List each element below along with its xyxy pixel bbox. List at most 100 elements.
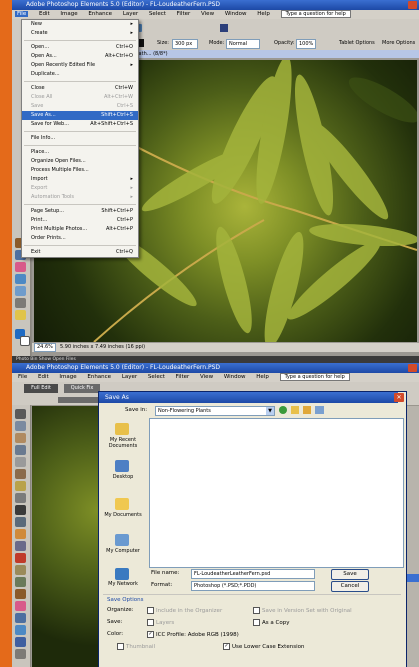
bottom-menu-layer[interactable]: Layer <box>122 374 137 380</box>
file-menu-item[interactable]: New ▸ <box>22 20 138 29</box>
file-menu-item[interactable]: Exit Ctrl+Q <box>22 248 138 257</box>
bottom-menu-edit[interactable]: Edit <box>38 374 49 380</box>
file-menu-item[interactable]: Close Ctrl+W <box>22 84 138 93</box>
top-menu-window[interactable]: Window <box>225 11 247 17</box>
thumbnail-checkbox[interactable] <box>117 643 124 650</box>
file-name-input[interactable]: FL-LoudeatherLeatherFern.psd <box>191 569 315 579</box>
marquee-tool-icon[interactable] <box>15 457 26 467</box>
file-menu-item[interactable]: Import ▸ <box>22 175 138 184</box>
bottom-menu-window[interactable]: Window <box>224 374 246 380</box>
file-menu-item[interactable]: Open... Ctrl+O <box>22 43 138 52</box>
opacity-field[interactable]: 100% <box>296 39 316 49</box>
up-folder-icon[interactable] <box>291 406 299 414</box>
top-menu-enhance[interactable]: Enhance <box>88 11 112 17</box>
paint-bucket-icon[interactable] <box>15 274 26 284</box>
version-set-option[interactable]: Save in Version Set with Original <box>253 607 352 614</box>
bottom-close-button[interactable] <box>408 364 417 372</box>
top-menu-select[interactable]: Select <box>149 11 166 17</box>
format-dropdown[interactable]: Photoshop (*.PSD;*.PDD) <box>191 581 315 591</box>
file-menu-item[interactable]: Save Ctrl+S <box>22 102 138 111</box>
icc-profile-option[interactable]: ✓ ICC Profile: Adobe RGB (1998) <box>147 631 239 638</box>
type-tool-icon[interactable] <box>15 505 26 515</box>
top-menu-edit[interactable]: Edit <box>39 11 50 17</box>
eraser-tool-icon-2[interactable] <box>15 601 26 611</box>
my-network-icon[interactable] <box>115 568 129 580</box>
top-close-button[interactable] <box>408 1 417 9</box>
top-menu-image[interactable]: Image <box>60 11 77 17</box>
include-organizer-checkbox[interactable] <box>147 607 154 614</box>
my-documents-icon[interactable] <box>115 498 129 510</box>
top-menu-help[interactable]: Help <box>257 11 270 17</box>
paint-bucket-icon-2[interactable] <box>15 625 26 635</box>
magic-wand-icon[interactable] <box>15 481 26 491</box>
cookie-cutter-icon[interactable] <box>15 529 26 539</box>
selection-brush-icon[interactable] <box>15 493 26 503</box>
dialog-close-button[interactable]: ✕ <box>394 393 404 402</box>
file-menu-item[interactable]: Save As... Shift+Ctrl+S <box>22 111 138 120</box>
healing-brush-icon[interactable] <box>15 565 26 575</box>
blur-tool-icon-2[interactable] <box>15 649 26 659</box>
layers-option[interactable]: Layers <box>147 619 174 626</box>
tablet-options-button[interactable]: Tablet Options <box>339 37 375 50</box>
place-my-documents[interactable]: My Documents <box>103 512 143 518</box>
recent-documents-icon[interactable] <box>115 423 129 435</box>
bottom-menu-image[interactable]: Image <box>59 374 76 380</box>
top-menu-view[interactable]: View <box>201 11 214 17</box>
new-folder-icon[interactable] <box>303 406 311 414</box>
eyedropper-tool-icon[interactable] <box>15 445 26 455</box>
file-menu-item[interactable]: Duplicate... <box>22 70 138 79</box>
save-in-dropdown[interactable]: Non-Flowering Plants ▼ <box>155 406 275 416</box>
file-menu-item[interactable]: File Info... <box>22 134 138 143</box>
lasso-tool-icon[interactable] <box>15 469 26 479</box>
bottom-help-box[interactable]: Type a question for help <box>279 373 350 381</box>
bottom-menu-enhance[interactable]: Enhance <box>87 374 111 380</box>
straighten-tool-icon[interactable] <box>15 541 26 551</box>
file-menu-item[interactable]: Open As... Alt+Ctrl+O <box>22 52 138 61</box>
top-menu-filter[interactable]: Filter <box>177 11 191 17</box>
file-menu-item[interactable]: Page Setup... Shift+Ctrl+P <box>22 207 138 216</box>
file-menu-item[interactable]: Process Multiple Files... <box>22 166 138 175</box>
file-menu-item[interactable]: Print... Ctrl+P <box>22 216 138 225</box>
brush-tool-icon-2[interactable] <box>15 613 26 623</box>
crop-tool-icon[interactable] <box>15 517 26 527</box>
file-menu-item[interactable]: Place... <box>22 148 138 157</box>
bottom-menu-file[interactable]: File <box>18 374 27 380</box>
place-desktop[interactable]: Desktop <box>103 474 143 480</box>
cancel-button[interactable]: Cancel <box>331 581 369 592</box>
zoom-field[interactable]: 24.6% <box>34 343 56 352</box>
file-menu-item[interactable]: Open Recently Edited File ▸ <box>22 61 138 70</box>
include-organizer-option[interactable]: Include in the Organizer <box>147 607 222 614</box>
bottom-menu-help[interactable]: Help <box>256 374 269 380</box>
move-tool-icon[interactable] <box>15 409 26 419</box>
top-organize-icon[interactable] <box>220 24 228 32</box>
bottom-menu-filter[interactable]: Filter <box>176 374 190 380</box>
views-menu-icon[interactable] <box>315 406 324 414</box>
file-menu-item[interactable]: Save for Web... Alt+Shift+Ctrl+S <box>22 120 138 129</box>
brush-options-icon[interactable] <box>58 397 98 403</box>
icc-profile-checkbox[interactable]: ✓ <box>147 631 154 638</box>
file-menu-item[interactable]: Create ▸ <box>22 29 138 38</box>
version-set-checkbox[interactable] <box>253 607 260 614</box>
file-menu-item[interactable]: Close All Alt+Ctrl+W <box>22 93 138 102</box>
layers-checkbox[interactable] <box>147 619 154 626</box>
lower-case-option[interactable]: ✓ Use Lower Case Extension <box>223 643 304 650</box>
top-menu-file[interactable]: File <box>15 11 29 17</box>
file-menu-item[interactable]: Order Prints... <box>22 234 138 243</box>
place-my-computer[interactable]: My Computer <box>103 548 143 554</box>
shape-tool-icon[interactable] <box>15 637 26 647</box>
bottom-menu-select[interactable]: Select <box>148 374 165 380</box>
quick-fix-tab[interactable]: Quick Fix <box>64 384 100 393</box>
as-copy-checkbox[interactable] <box>253 619 260 626</box>
background-color-swatch[interactable] <box>20 336 30 346</box>
more-options-button[interactable]: More Options <box>382 37 415 50</box>
sponge-tool-icon[interactable] <box>15 310 26 320</box>
size-field[interactable]: 300 px <box>172 39 198 49</box>
bottom-menu-view[interactable]: View <box>200 374 213 380</box>
desktop-icon[interactable] <box>115 460 129 472</box>
eraser-tool-icon[interactable] <box>15 262 26 272</box>
save-button[interactable]: Save <box>331 569 369 580</box>
red-eye-tool-icon[interactable] <box>15 553 26 563</box>
lower-case-checkbox[interactable]: ✓ <box>223 643 230 650</box>
file-menu-item[interactable]: Print Multiple Photos... Alt+Ctrl+P <box>22 225 138 234</box>
thumbnail-option[interactable]: Thumbnail <box>117 643 155 650</box>
